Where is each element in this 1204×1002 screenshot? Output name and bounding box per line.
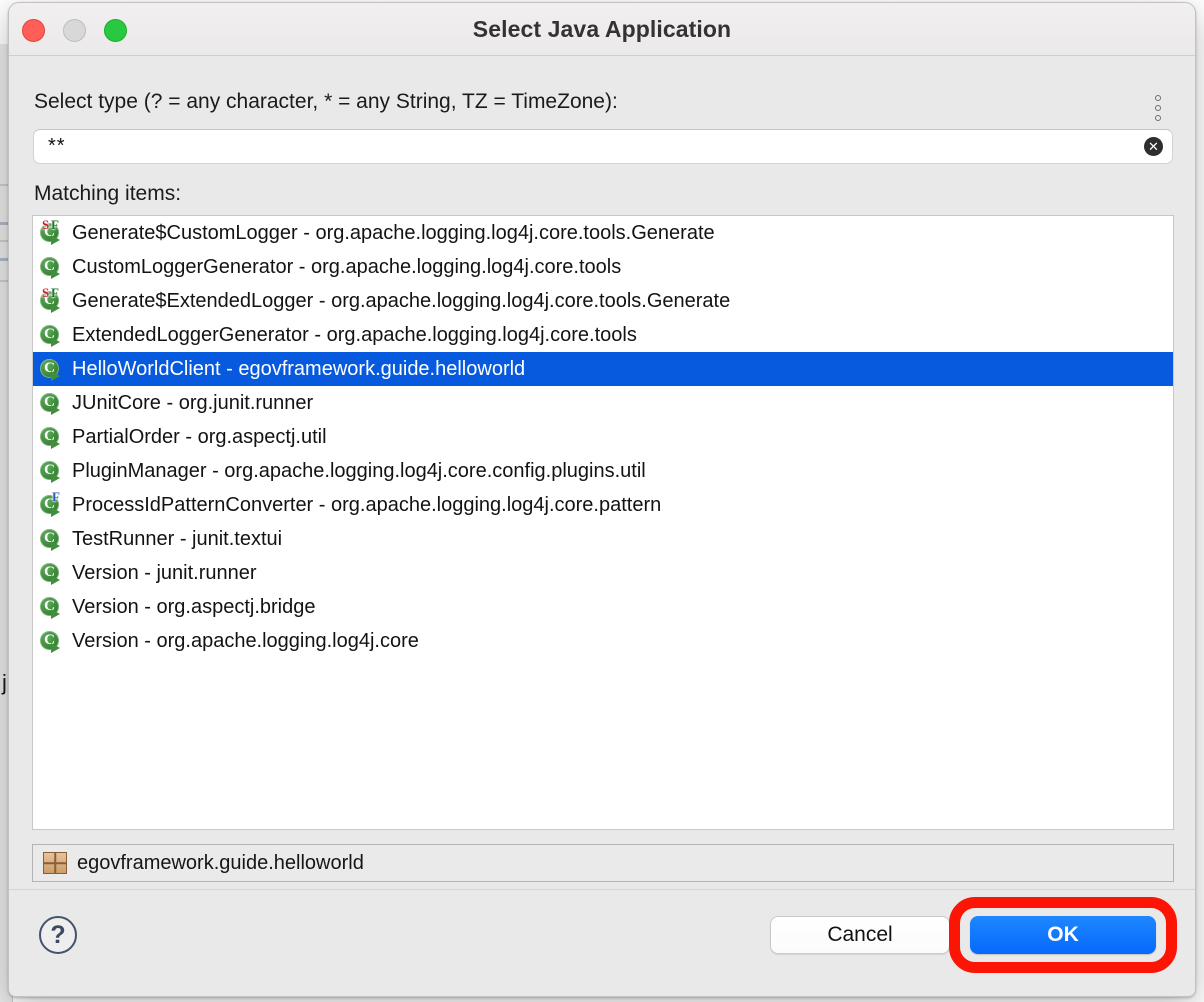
list-item-label: Version - org.apache.logging.log4j.core xyxy=(72,631,419,651)
cancel-button[interactable]: Cancel xyxy=(770,916,950,954)
list-item[interactable]: C TestRunner - junit.textui xyxy=(33,522,1173,556)
run-triangle-icon xyxy=(51,405,60,415)
list-item[interactable]: CF ProcessIdPatternConverter - org.apache… xyxy=(33,488,1173,522)
run-triangle-icon xyxy=(51,643,60,653)
dialog-footer: ? Cancel OK xyxy=(9,889,1195,997)
dialog-body: Select type (? = any character, * = any … xyxy=(9,56,1195,997)
list-item[interactable]: C PartialOrder - org.aspectj.util xyxy=(33,420,1173,454)
list-item[interactable]: C Version - org.apache.logging.log4j.core xyxy=(33,624,1173,658)
list-item-label: TestRunner - junit.textui xyxy=(72,529,282,549)
java-class-runnable-icon: C xyxy=(39,355,65,383)
java-class-runnable-icon: C xyxy=(39,457,65,485)
list-item[interactable]: CSF Generate$ExtendedLogger - org.apache.… xyxy=(33,284,1173,318)
list-item[interactable]: C ExtendedLoggerGenerator - org.apache.lo… xyxy=(33,318,1173,352)
java-class-runnable-icon: C xyxy=(39,389,65,417)
modifier-badge-s-icon: S xyxy=(42,286,49,299)
list-item-label: HelloWorldClient - egovframework.guide.h… xyxy=(72,359,525,379)
run-triangle-icon xyxy=(51,235,60,245)
java-class-runnable-icon: C xyxy=(39,253,65,281)
run-triangle-icon xyxy=(51,575,60,585)
select-java-application-dialog: Select Java Application Select type (? =… xyxy=(8,2,1196,997)
kebab-menu-icon[interactable] xyxy=(1147,91,1169,125)
list-item[interactable]: C Version - org.aspectj.bridge xyxy=(33,590,1173,624)
java-class-runnable-icon: C xyxy=(39,525,65,553)
matching-items-label: Matching items: xyxy=(34,182,181,206)
run-triangle-icon xyxy=(51,371,60,381)
run-triangle-icon xyxy=(51,609,60,619)
java-class-runnable-icon: C xyxy=(39,321,65,349)
run-triangle-icon xyxy=(51,473,60,483)
selected-package-label: egovframework.guide.helloworld xyxy=(77,852,364,875)
list-item-label: Generate$ExtendedLogger - org.apache.log… xyxy=(72,291,730,311)
java-class-runnable-icon: C xyxy=(39,593,65,621)
ok-button[interactable]: OK xyxy=(970,916,1156,954)
modifier-badge-f-icon: F xyxy=(52,490,60,503)
list-item[interactable]: C Version - junit.runner xyxy=(33,556,1173,590)
run-triangle-icon xyxy=(51,439,60,449)
list-item[interactable]: C JUnitCore - org.junit.runner xyxy=(33,386,1173,420)
modifier-badge-f-icon: F xyxy=(51,218,59,231)
run-triangle-icon xyxy=(51,507,60,517)
java-class-static-final-runnable-icon: CSF xyxy=(39,219,65,247)
matching-items-list[interactable]: CSFGenerate$CustomLogger - org.apache.lo… xyxy=(32,215,1174,830)
type-filter-input[interactable] xyxy=(33,129,1173,164)
modifier-badge-f-icon: F xyxy=(51,286,59,299)
modifier-badge-s-icon: S xyxy=(42,218,49,231)
java-class-runnable-icon: C xyxy=(39,423,65,451)
list-item-label: ExtendedLoggerGenerator - org.apache.log… xyxy=(72,325,637,345)
list-item-label: ProcessIdPatternConverter - org.apache.l… xyxy=(72,495,661,515)
clear-search-icon[interactable]: ✕ xyxy=(1144,137,1163,156)
run-triangle-icon xyxy=(51,541,60,551)
java-class-runnable-icon: C xyxy=(39,627,65,655)
package-icon xyxy=(43,852,67,874)
list-item[interactable]: CSF Generate$CustomLogger - org.apache.lo… xyxy=(33,216,1173,250)
list-item-label: Generate$CustomLogger - org.apache.loggi… xyxy=(72,223,715,243)
list-item-label: Version - org.aspectj.bridge xyxy=(72,597,315,617)
java-class-static-final-runnable-icon: CSF xyxy=(39,287,65,315)
list-item-label: CustomLoggerGenerator - org.apache.loggi… xyxy=(72,257,621,277)
select-type-prompt: Select type (? = any character, * = any … xyxy=(34,90,618,114)
kebab-dot xyxy=(1155,105,1161,111)
kebab-dot xyxy=(1155,115,1161,121)
list-item[interactable]: C PluginManager - org.apache.logging.log4… xyxy=(33,454,1173,488)
list-item-label: JUnitCore - org.junit.runner xyxy=(72,393,313,413)
list-item-label: PluginManager - org.apache.logging.log4j… xyxy=(72,461,646,481)
title-bar: Select Java Application xyxy=(9,3,1195,56)
run-triangle-icon xyxy=(51,303,60,313)
list-item-label: Version - junit.runner xyxy=(72,563,257,583)
run-triangle-icon xyxy=(51,269,60,279)
run-triangle-icon xyxy=(51,337,60,347)
selected-package-bar: egovframework.guide.helloworld xyxy=(32,844,1174,882)
list-item[interactable]: C HelloWorldClient - egovframework.guide.… xyxy=(33,352,1173,386)
list-item-label: PartialOrder - org.aspectj.util xyxy=(72,427,327,447)
kebab-dot xyxy=(1155,95,1161,101)
window-title: Select Java Application xyxy=(9,16,1195,43)
java-class-final-runnable-icon: CF xyxy=(39,491,65,519)
java-class-runnable-icon: C xyxy=(39,559,65,587)
search-field-wrapper: ✕ xyxy=(33,129,1173,164)
help-icon[interactable]: ? xyxy=(39,916,77,954)
list-item[interactable]: C CustomLoggerGenerator - org.apache.logg… xyxy=(33,250,1173,284)
background-text-fragment: j xyxy=(2,672,7,694)
